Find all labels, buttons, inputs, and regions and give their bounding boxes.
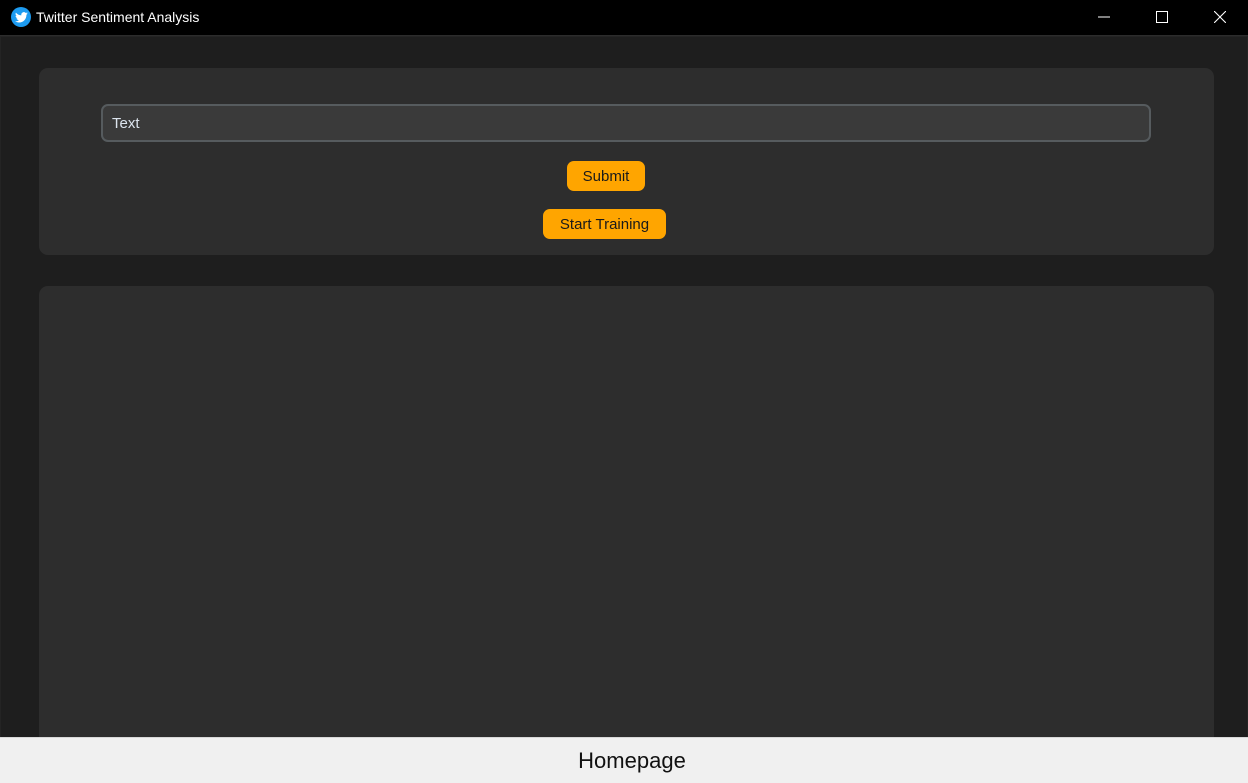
app-window: Twitter Sentiment Analysis Submit Start … [0,0,1248,783]
window-title: Twitter Sentiment Analysis [36,9,200,25]
main-content: Submit Start Training [1,37,1247,737]
results-panel [39,286,1214,737]
input-panel: Submit Start Training [39,68,1214,255]
start-training-button[interactable]: Start Training [543,209,666,239]
minimize-icon [1098,16,1110,18]
close-icon [1214,11,1226,23]
minimize-button[interactable] [1075,0,1133,34]
close-button[interactable] [1191,0,1248,34]
maximize-icon [1156,11,1168,23]
twitter-bird-icon [11,7,31,27]
footer-bar: Homepage [0,737,1248,783]
title-bar[interactable]: Twitter Sentiment Analysis [0,0,1248,36]
maximize-button[interactable] [1133,0,1191,34]
text-input[interactable] [101,104,1151,142]
submit-button[interactable]: Submit [567,161,645,191]
footer-label: Homepage [578,747,686,773]
